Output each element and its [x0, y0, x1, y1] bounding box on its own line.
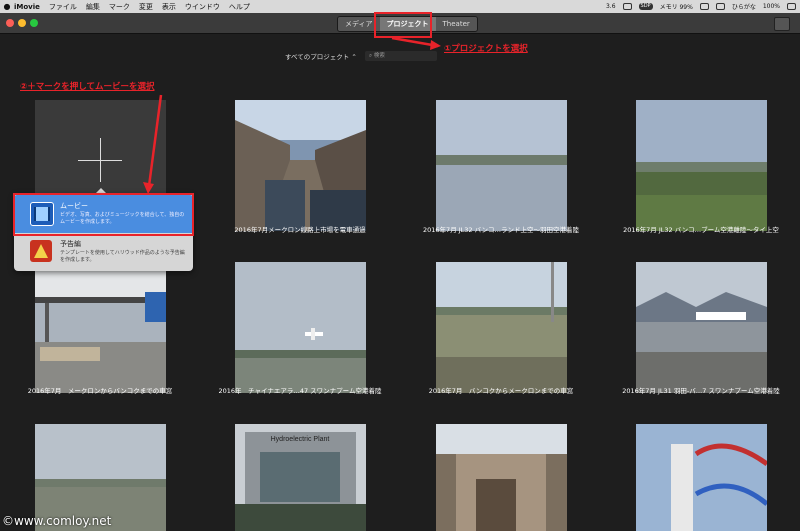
arrow-head-2	[143, 182, 154, 194]
arrow-head-1	[430, 40, 441, 50]
watermark: ©www.comloy.net	[2, 514, 112, 528]
annotation-arrow-2	[147, 94, 163, 187]
annotation-step2: ②＋マークを押してムービーを選択	[20, 82, 155, 92]
annotation-step1: ①プロジェクトを選択	[444, 44, 528, 54]
